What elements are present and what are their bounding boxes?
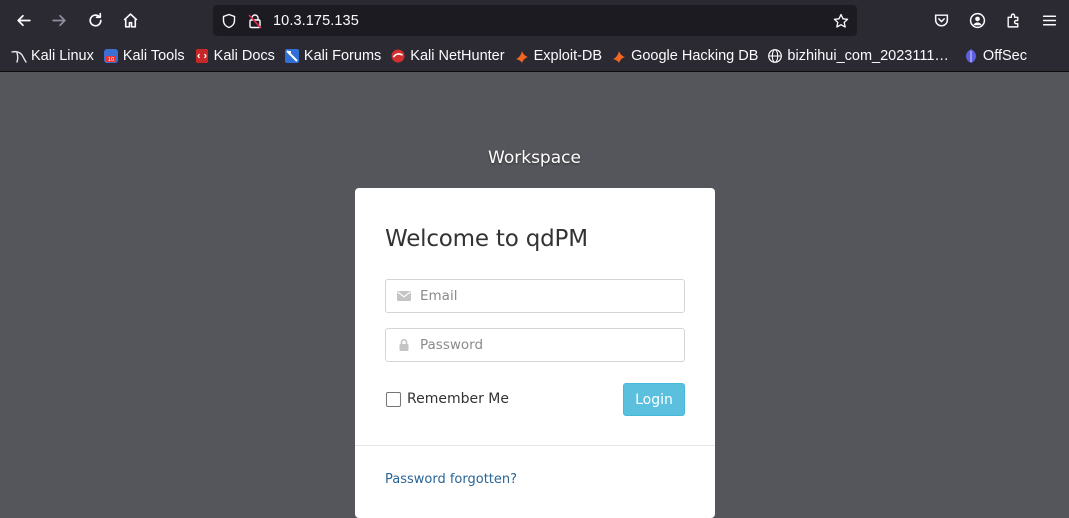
- bookmark-label: Kali Linux: [31, 48, 94, 64]
- password-field[interactable]: [385, 328, 685, 362]
- bookmark-bizhihui[interactable]: bizhihui_com_2023111…: [767, 48, 949, 64]
- remember-me-checkbox[interactable]: [386, 391, 401, 407]
- remember-me-label[interactable]: Remember Me: [407, 391, 509, 407]
- home-icon: [123, 13, 137, 28]
- bookmark-label: Kali Forums: [303, 48, 382, 64]
- bookmark-label: Google Hacking DB: [631, 48, 759, 64]
- envelope-icon: [396, 288, 412, 304]
- extensions-button[interactable]: [997, 4, 1029, 36]
- email-input[interactable]: [420, 288, 670, 304]
- workspace-title: Workspace: [488, 148, 581, 168]
- kali-tools-icon: 10: [103, 48, 119, 64]
- menu-button[interactable]: [1033, 4, 1065, 36]
- exploit-db-icon: [514, 48, 530, 64]
- account-button[interactable]: [961, 4, 993, 36]
- bookmark-exploit-db[interactable]: Exploit-DB: [514, 48, 603, 64]
- kali-dragon-icon: [11, 48, 27, 64]
- bookmark-label: OffSec: [982, 48, 1027, 64]
- ghdb-icon: [611, 48, 627, 64]
- url-bar[interactable]: 10.3.175.135: [213, 5, 857, 36]
- forward-arrow-icon: [51, 14, 66, 27]
- bookmark-label: Exploit-DB: [533, 48, 603, 64]
- extensions-puzzle-icon: [1006, 13, 1018, 28]
- bookmark-kali-forums[interactable]: Kali Forums: [284, 48, 381, 64]
- reload-icon: [88, 12, 102, 27]
- url-text[interactable]: 10.3.175.135: [273, 13, 359, 29]
- login-button[interactable]: Login: [623, 383, 685, 416]
- insecure-lock-icon[interactable]: [247, 13, 263, 29]
- remember-me[interactable]: Remember Me: [386, 391, 509, 407]
- home-button[interactable]: [114, 5, 146, 37]
- toolbar-right: [925, 4, 1065, 36]
- forward-button[interactable]: [43, 5, 75, 37]
- bookmark-star-icon[interactable]: [833, 13, 849, 29]
- pocket-button[interactable]: [925, 4, 957, 36]
- bookmark-label: Kali NetHunter: [410, 48, 505, 64]
- bookmark-kali-docs[interactable]: Kali Docs: [194, 48, 275, 64]
- bookmark-kali-tools[interactable]: 10 Kali Tools: [103, 48, 185, 64]
- bookmark-label: Kali Docs: [213, 48, 275, 64]
- hamburger-menu-icon: [1042, 14, 1056, 26]
- back-button[interactable]: [7, 5, 39, 37]
- account-icon: [969, 12, 985, 28]
- offsec-icon: [963, 48, 979, 64]
- svg-text:10: 10: [108, 57, 114, 63]
- bookmark-google-hacking-db[interactable]: Google Hacking DB: [611, 48, 758, 64]
- shield-icon[interactable]: [221, 13, 237, 29]
- kali-docs-icon: [194, 48, 210, 64]
- email-field[interactable]: [385, 279, 685, 313]
- bookmark-label: Kali Tools: [122, 48, 185, 64]
- bookmarks-toolbar: Kali Linux 10 Kali Tools Kali Docs Kali …: [0, 41, 1069, 72]
- card-divider: [355, 445, 715, 446]
- password-forgotten-link[interactable]: Password forgotten?: [385, 472, 517, 487]
- back-arrow-icon: [16, 14, 31, 27]
- bookmark-kali-nethunter[interactable]: Kali NetHunter: [390, 48, 505, 64]
- kali-nethunter-icon: [390, 48, 406, 64]
- reload-button[interactable]: [79, 5, 111, 37]
- lock-icon: [396, 337, 412, 353]
- bookmark-offsec[interactable]: OffSec: [963, 48, 1027, 64]
- bookmark-kali-linux[interactable]: Kali Linux: [11, 48, 94, 64]
- browser-toolbar: 10.3.175.135: [0, 0, 1069, 41]
- globe-icon: [767, 48, 783, 64]
- kali-forums-icon: [284, 48, 300, 64]
- login-card: Welcome to qdPM Remember Me Login Passwo…: [355, 188, 715, 518]
- bookmark-label: bizhihui_com_2023111…: [787, 48, 949, 64]
- pocket-icon: [934, 13, 948, 27]
- password-input[interactable]: [420, 337, 670, 353]
- login-heading: Welcome to qdPM: [385, 226, 588, 252]
